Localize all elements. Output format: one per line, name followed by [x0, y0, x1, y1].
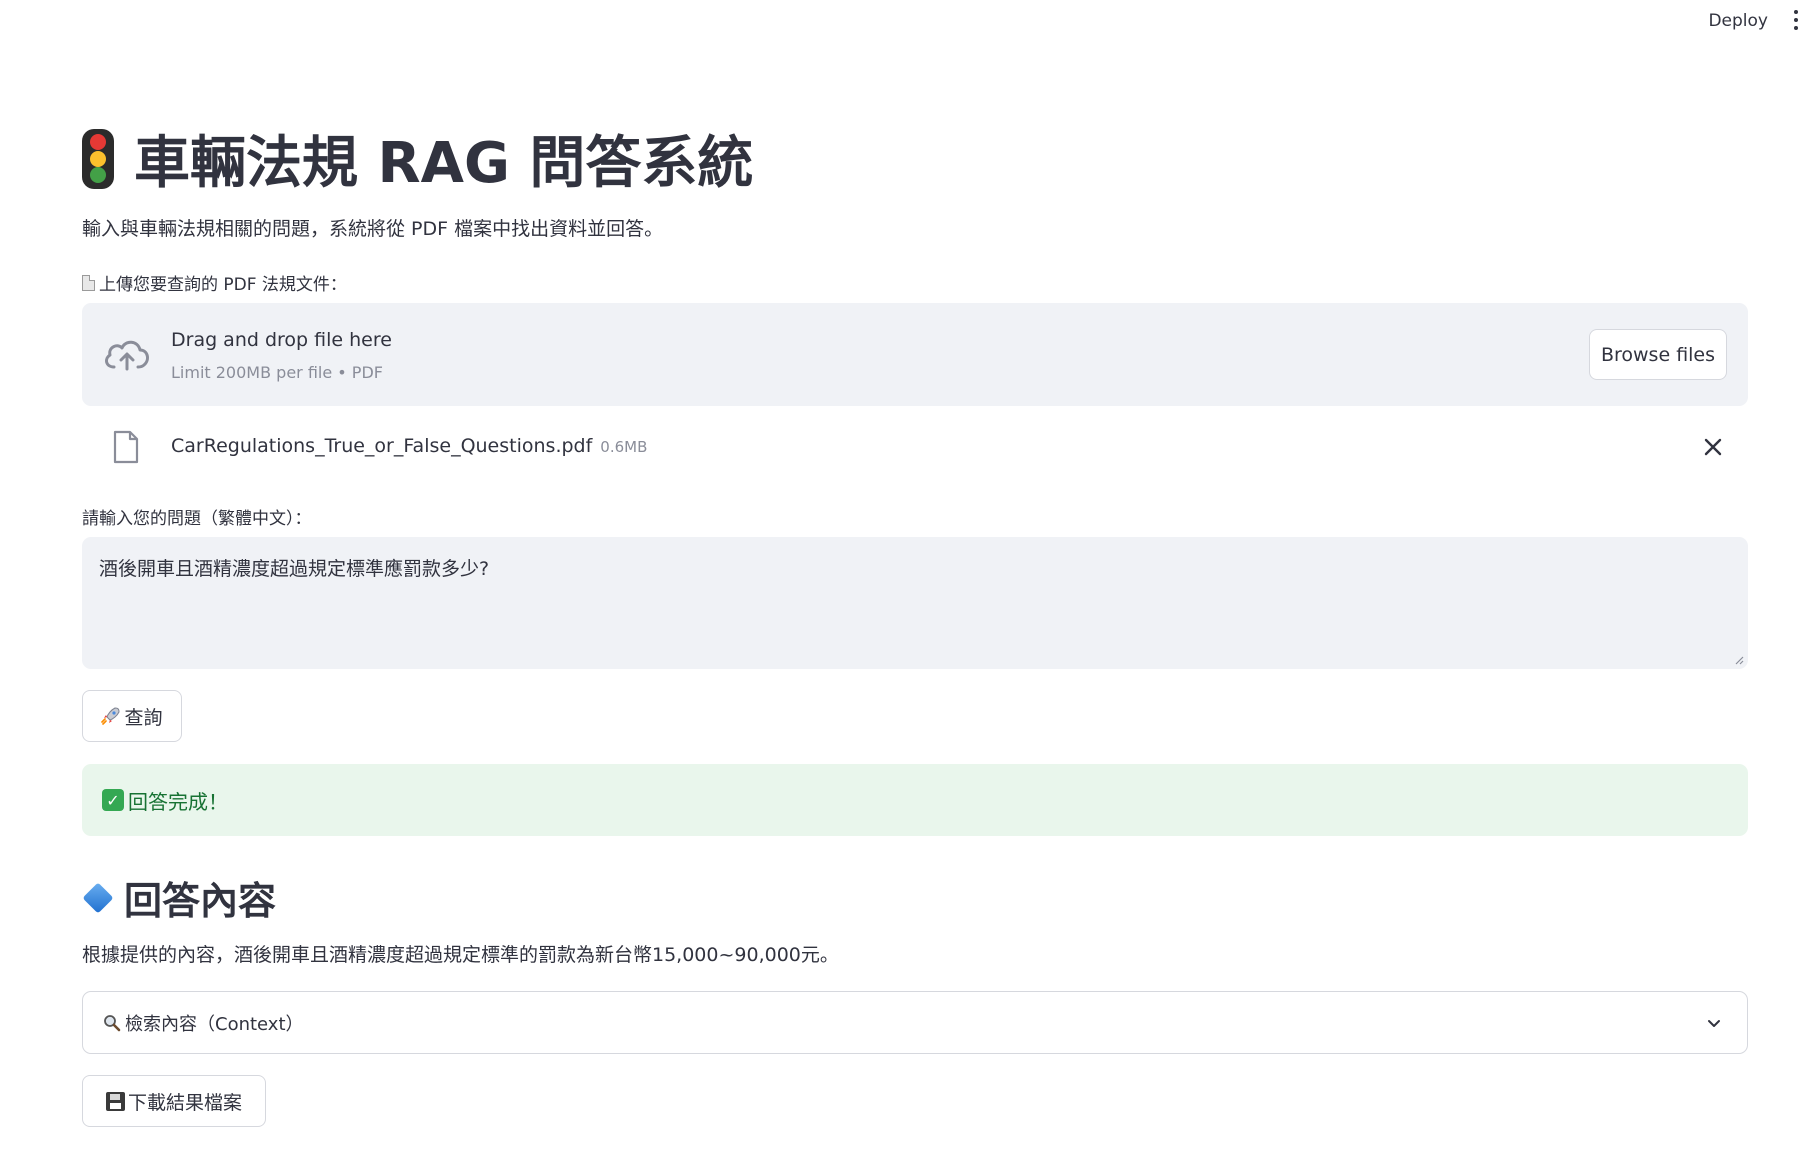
- uploaded-file-row: CarRegulations_True_or_False_Questions.p…: [82, 426, 1748, 470]
- page-header: 車輛法規 RAG 問答系統: [82, 118, 753, 199]
- uploader-label-text: 上傳您要查詢的 PDF 法規文件：: [99, 275, 347, 295]
- rocket-icon: [101, 707, 120, 725]
- success-alert: ✓ 回答完成！: [82, 764, 1748, 836]
- magnifier-icon: [104, 1014, 121, 1031]
- browse-files-button[interactable]: Browse files: [1589, 329, 1727, 380]
- answer-title: 回答內容: [124, 879, 277, 923]
- deploy-button[interactable]: Deploy: [1702, 9, 1774, 33]
- file-icon: [113, 430, 139, 464]
- context-expander-label: 檢索內容（Context）: [125, 1013, 304, 1035]
- check-mark-icon: ✓: [102, 789, 124, 811]
- close-icon[interactable]: [1700, 434, 1726, 460]
- question-textarea-container: [82, 537, 1748, 669]
- answer-header: 回答內容: [82, 870, 276, 925]
- blue-diamond-icon: [82, 881, 114, 914]
- question-textarea[interactable]: [99, 554, 1731, 652]
- document-icon: [82, 274, 95, 291]
- uploader-label: 上傳您要查詢的 PDF 法規文件：: [82, 270, 347, 295]
- chevron-down-icon[interactable]: [1705, 1014, 1723, 1032]
- floppy-disk-icon: [105, 1091, 125, 1111]
- traffic-light-icon: [82, 128, 114, 189]
- kebab-menu-icon[interactable]: [1788, 8, 1804, 32]
- page-subtitle: 輸入與車輛法規相關的問題，系統將從 PDF 檔案中找出資料並回答。: [82, 218, 664, 240]
- file-name-text: CarRegulations_True_or_False_Questions.p…: [171, 435, 593, 457]
- context-expander[interactable]: 檢索內容（Context）: [82, 991, 1748, 1054]
- dropzone-title: Drag and drop file here: [171, 329, 392, 351]
- resize-grip-icon[interactable]: [1734, 655, 1744, 665]
- query-button[interactable]: 查詢: [82, 690, 182, 742]
- file-dropzone[interactable]: Drag and drop file here Limit 200MB per …: [82, 303, 1748, 406]
- top-toolbar: Deploy: [0, 0, 1816, 42]
- answer-text: 根據提供的內容，酒後開車且酒精濃度超過規定標準的罰款為新台幣15,000~90,…: [82, 944, 839, 966]
- cloud-upload-icon: [105, 340, 149, 371]
- query-button-label: 查詢: [124, 706, 163, 729]
- download-results-button[interactable]: 下載結果檔案: [82, 1075, 266, 1127]
- page-title: 車輛法規 RAG 問答系統: [134, 131, 754, 196]
- download-button-label: 下載結果檔案: [127, 1091, 242, 1114]
- question-label: 請輸入您的問題（繁體中文）：: [82, 509, 312, 529]
- file-size: 0.6MB: [600, 438, 648, 456]
- success-message: 回答完成！: [128, 789, 228, 814]
- uploaded-file-name: CarRegulations_True_or_False_Questions.p…: [171, 435, 647, 457]
- dropzone-hint: Limit 200MB per file • PDF: [171, 363, 383, 382]
